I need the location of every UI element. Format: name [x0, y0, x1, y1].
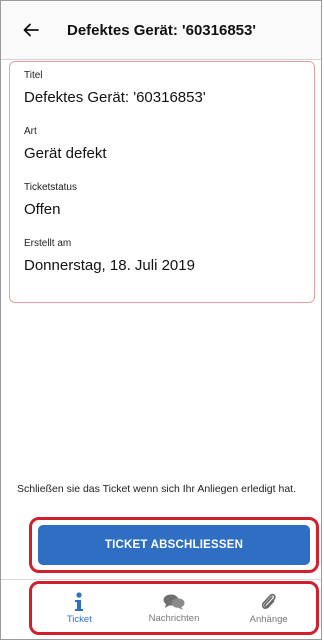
tab-ticket[interactable]: Ticket: [32, 584, 127, 632]
close-ticket-button[interactable]: TICKET ABSCHLIESSEN: [38, 525, 310, 565]
app-bar: Defektes Gerät: '60316853': [1, 1, 321, 60]
field-value: Defektes Gerät: '60316853': [24, 89, 206, 106]
close-hint-text: Schließen sie das Ticket wenn sich Ihr A…: [17, 483, 296, 495]
tab-anhaenge[interactable]: Anhänge: [221, 584, 316, 632]
field-titel: Titel Defektes Gerät: '60316853': [24, 70, 206, 106]
field-erstellt-am: Erstellt am Donnerstag, 18. Juli 2019: [24, 238, 195, 274]
bottom-navigation: Ticket Nachrichten Anhänge: [29, 581, 319, 635]
field-value: Donnerstag, 18. Juli 2019: [24, 257, 195, 274]
tab-nachrichten[interactable]: Nachrichten: [127, 584, 222, 632]
ticket-details: Titel Defektes Gerät: '60316853' Art Ger…: [9, 61, 315, 303]
paperclip-icon: [261, 593, 276, 609]
field-label: Erstellt am: [24, 238, 72, 249]
field-label: Ticketstatus: [24, 182, 77, 193]
arrow-left-icon: [23, 23, 39, 37]
back-button[interactable]: [9, 8, 53, 52]
field-value: Gerät defekt: [24, 145, 107, 162]
field-value: Offen: [24, 201, 61, 218]
tab-label: Anhänge: [249, 613, 288, 625]
field-label: Titel: [24, 70, 43, 81]
info-icon: [75, 591, 84, 611]
close-button-highlight: TICKET ABSCHLIESSEN: [29, 517, 319, 573]
tab-label: Ticket: [66, 613, 92, 625]
field-ticketstatus: Ticketstatus Offen: [24, 182, 77, 218]
tab-label: Nachrichten: [148, 612, 200, 624]
chat-bubbles-icon: [163, 594, 185, 610]
app-screen: Defektes Gerät: '60316853' Titel Defekte…: [0, 0, 322, 640]
field-label: Art: [24, 126, 37, 137]
divider: [1, 579, 321, 580]
page-title: Defektes Gerät: '60316853': [67, 21, 256, 39]
field-art: Art Gerät defekt: [24, 126, 107, 162]
